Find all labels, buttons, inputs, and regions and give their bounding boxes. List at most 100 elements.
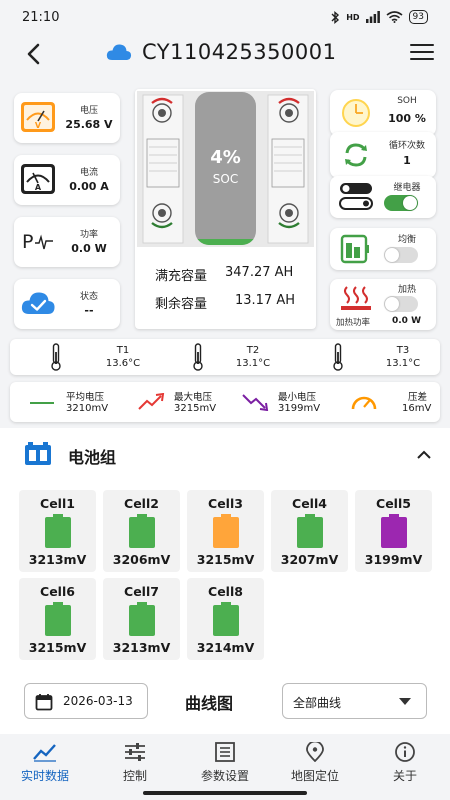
battery-cell: Cell2 3206mV: [103, 490, 180, 572]
list-box-icon: [215, 742, 235, 762]
status-value: --: [84, 304, 94, 317]
cell-battery-icon: [45, 514, 71, 548]
nav-label: 关于: [392, 769, 417, 783]
ammeter-icon: A: [21, 164, 55, 194]
voltage-card: V 电压 25.68 V: [14, 93, 120, 143]
voltage-value: 25.68 V: [65, 118, 113, 131]
menu-line: [410, 44, 434, 47]
battery-cell: Cell1 3213mV: [19, 490, 96, 572]
power-label: 功率: [79, 230, 98, 240]
min-voltage-label: 最小电压: [278, 392, 317, 403]
temp-value: 13.6°C: [105, 358, 141, 369]
current-card: A 电流 0.00 A: [14, 155, 120, 205]
thermometer-icon: [193, 343, 203, 371]
balance-toggle[interactable]: [384, 247, 418, 263]
battery-cell: Cell8 3214mV: [187, 578, 264, 660]
nav-about[interactable]: 关于: [360, 738, 450, 786]
temp-value: 13.1°C: [385, 358, 421, 369]
menu-line: [410, 57, 434, 61]
cell-name: Cell7: [124, 584, 159, 599]
cloud-check-icon: [21, 292, 55, 314]
cell-battery-icon: [297, 514, 323, 548]
nav-parameter-settings[interactable]: 参数设置: [180, 738, 270, 786]
avg-voltage-label: 平均电压: [66, 392, 105, 403]
cell-name: Cell4: [292, 496, 327, 511]
max-voltage-label: 最大电压: [174, 392, 213, 403]
back-arrow-icon[interactable]: [22, 42, 46, 66]
balance-card: 均衡: [330, 228, 436, 270]
battery-indicator: 93: [408, 10, 428, 24]
wifi-icon: [386, 11, 403, 23]
full-capacity-label: 满充容量: [155, 269, 208, 284]
signal-icon: [365, 11, 380, 23]
cell-name: Cell8: [208, 584, 243, 599]
menu-line: [410, 50, 434, 54]
cell-voltage: 3215mV: [196, 552, 255, 567]
cell-battery-icon: [129, 514, 155, 548]
relay-toggle[interactable]: [384, 195, 418, 211]
cell-name: Cell5: [376, 496, 411, 511]
cloud-icon: [106, 44, 132, 60]
battery-cylinder: [195, 92, 256, 245]
status-label: 状态: [79, 292, 98, 302]
power-value: 0.0 W: [71, 242, 107, 255]
soc-fill-level: [195, 239, 256, 245]
trend-up-icon: [138, 393, 165, 410]
cycle-count-label: 循环次数: [388, 141, 425, 151]
nav-map-location[interactable]: 地图定位: [270, 738, 360, 786]
cell-voltage: 3215mV: [28, 640, 87, 655]
temp-item-t1: T1 13.6°C: [48, 339, 168, 375]
cell-battery-icon: [213, 514, 239, 548]
home-indicator: [143, 791, 307, 795]
nav-control[interactable]: 控制: [90, 738, 180, 786]
date-picker[interactable]: 2026-03-13: [24, 683, 148, 719]
curve-type-select[interactable]: 全部曲线: [282, 683, 427, 719]
status-card: 状态 --: [14, 279, 120, 329]
temp-value: 13.1°C: [235, 358, 271, 369]
sliders-icon: [125, 743, 145, 761]
trend-down-icon: [242, 394, 269, 411]
battery-cell: Cell7 3213mV: [103, 578, 180, 660]
heating-icon: [341, 286, 371, 310]
battery-overview-card: 4% SOC 满充容量 347.27 AH 剩余容量 13.17 AH: [135, 89, 316, 329]
chevron-up-icon[interactable]: [416, 450, 432, 460]
temp-item-t2: T2 13.1°C: [190, 339, 310, 375]
max-voltage-value: 3215mV: [174, 403, 217, 414]
toggle-knob: [403, 196, 417, 210]
average-line-icon: [30, 402, 54, 404]
heating-label: 加热: [397, 285, 416, 295]
trend-line-icon: [33, 744, 56, 762]
cell-battery-icon: [381, 514, 407, 548]
soh-label: SOH: [397, 96, 417, 106]
cell-name: Cell3: [208, 496, 243, 511]
heating-card: 加热 加热功率 0.0 W: [330, 279, 436, 330]
battery-cell: Cell5 3199mV: [355, 490, 432, 572]
svg-text:A: A: [35, 183, 42, 192]
min-voltage-value: 3199mV: [278, 403, 321, 414]
heating-toggle[interactable]: [384, 296, 418, 312]
svg-text:V: V: [35, 121, 42, 130]
heating-power-value: 0.0 W: [392, 316, 422, 326]
cycle-refresh-icon: [345, 143, 367, 167]
device-title-group: CY110425350001: [106, 40, 336, 64]
avg-voltage-value: 3210mV: [66, 403, 109, 414]
thermometer-icon: [51, 343, 61, 371]
nav-label: 地图定位: [290, 769, 339, 783]
nav-realtime-data[interactable]: 实时数据: [0, 738, 90, 786]
soh-card: SOH 100 %: [330, 90, 436, 136]
temp-label: T1: [116, 345, 130, 356]
gauge-icon: [342, 99, 370, 127]
menu-button[interactable]: [410, 44, 434, 64]
temp-label: T3: [396, 345, 410, 356]
balance-battery-icon: [340, 234, 369, 264]
nav-label: 参数设置: [200, 769, 249, 783]
battery-cell: Cell4 3207mV: [271, 490, 348, 572]
cell-voltage: 3213mV: [28, 552, 87, 567]
dropdown-arrow-icon: [399, 698, 411, 705]
cell-name: Cell1: [40, 496, 75, 511]
temp-item-t3: T3 13.1°C: [330, 339, 440, 375]
network-type: HD: [346, 12, 360, 22]
status-bar: 21:10 HD 93: [0, 0, 450, 34]
calendar-icon: [35, 694, 53, 711]
cell-battery-icon: [129, 602, 155, 636]
